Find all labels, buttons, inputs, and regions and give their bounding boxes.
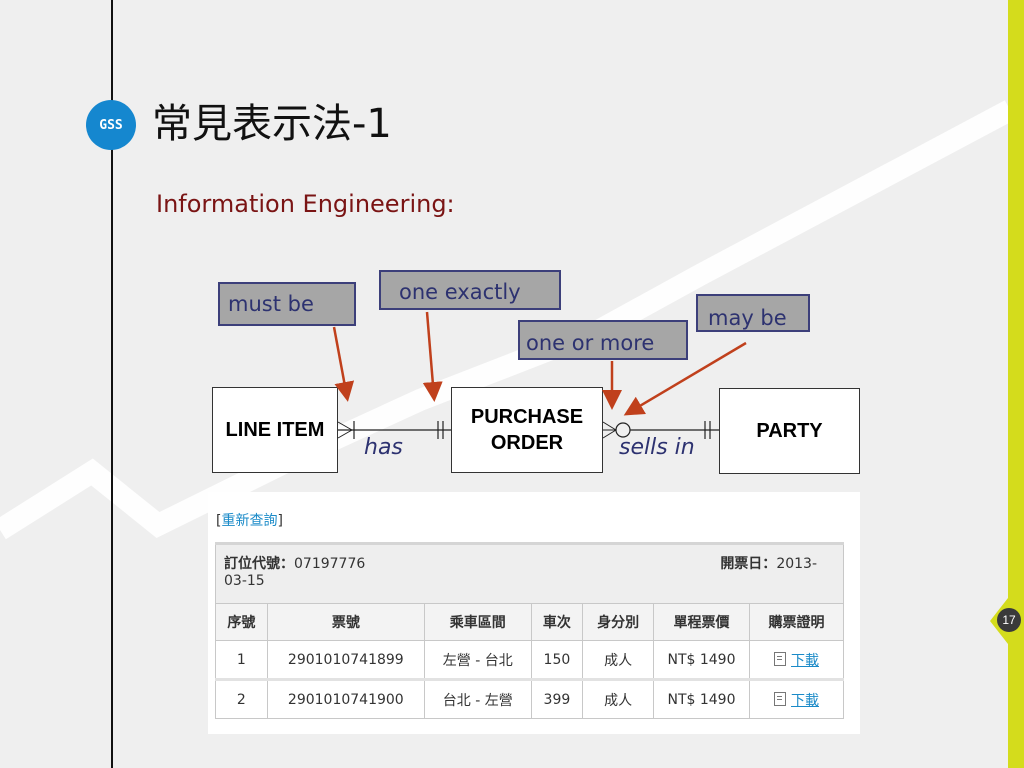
entity-purchase-order: PURCHASE ORDER xyxy=(451,387,603,473)
callout-must-be: must be xyxy=(218,282,356,326)
requery-link[interactable]: 重新查詢 xyxy=(221,513,277,529)
entity-purchase-order-label-1: PURCHASE xyxy=(470,406,584,428)
booking-code-value: 07197776 xyxy=(294,556,366,572)
column-header: 購票證明 xyxy=(749,603,844,641)
column-header: 身分別 xyxy=(582,603,654,641)
cell-ticket-no: 2901010741900 xyxy=(266,678,425,719)
accent-side-bar xyxy=(1008,0,1024,768)
download-link[interactable]: 下載 xyxy=(791,693,819,709)
document-icon xyxy=(774,651,786,666)
entity-line-item: LINE ITEM xyxy=(212,387,338,473)
relationship-sells-in: sells in xyxy=(619,435,695,460)
issue-date-value: 2013- xyxy=(776,556,817,572)
issue-date: 開票日：2013- xyxy=(720,553,835,573)
cell-train: 399 xyxy=(530,678,584,719)
booking-info-cell: 開票日：2013- 訂位代號：07197776 03-15 xyxy=(215,542,844,604)
column-header: 乘車區間 xyxy=(423,603,532,641)
entity-purchase-order-label-2: ORDER xyxy=(490,432,564,454)
cell-ticket-no: 2901010741899 xyxy=(266,640,425,680)
entity-line-item-label: LINE ITEM xyxy=(225,419,325,441)
booking-info-row: 開票日：2013- 訂位代號：07197776 03-15 xyxy=(215,542,844,604)
table-row: 2 2901010741900 台北 - 左營 399 成人 NT$ 1490 … xyxy=(215,678,844,719)
cell-fare: NT$ 1490 xyxy=(652,678,751,719)
callout-one-exactly: one exactly xyxy=(379,270,561,310)
cell-proof: 下載 xyxy=(749,678,844,719)
document-icon xyxy=(774,691,786,706)
booking-code-label: 訂位代號： xyxy=(224,556,294,572)
cell-train: 150 xyxy=(530,640,584,680)
booking-code: 訂位代號：07197776 xyxy=(224,556,365,572)
ticket-panel: [重新查詢] 開票日：2013- 訂位代號：07197776 03-15 序號 … xyxy=(208,492,860,734)
cell-proof: 下載 xyxy=(749,640,844,680)
cell-route: 台北 - 左營 xyxy=(423,678,532,719)
issue-date-label: 開票日： xyxy=(720,556,777,572)
gss-logo: GSS xyxy=(86,100,136,150)
cell-fare: NT$ 1490 xyxy=(652,640,751,680)
table-row: 1 2901010741899 左營 - 台北 150 成人 NT$ 1490 … xyxy=(215,640,844,680)
entity-party-label: PARTY xyxy=(756,420,823,442)
cell-identity: 成人 xyxy=(582,640,654,680)
issue-date-continued: 03-15 xyxy=(224,573,265,589)
bracket-close: ] xyxy=(277,513,283,529)
cell-seq: 1 xyxy=(215,640,268,680)
slide-title: 常見表示法-1 xyxy=(152,101,392,147)
cell-seq: 2 xyxy=(215,678,268,719)
entity-party: PARTY xyxy=(719,388,860,474)
table-header-row: 序號 票號 乘車區間 車次 身分別 單程票價 購票證明 xyxy=(215,603,844,641)
download-link[interactable]: 下載 xyxy=(791,653,819,669)
relationship-has: has xyxy=(364,435,403,460)
column-header: 單程票價 xyxy=(652,603,751,641)
requery-line: [重新查詢] xyxy=(216,510,283,530)
column-header: 票號 xyxy=(266,603,425,641)
cell-identity: 成人 xyxy=(582,678,654,719)
callout-one-or-more: one or more xyxy=(518,320,688,360)
cell-route: 左營 - 台北 xyxy=(423,640,532,680)
ticket-table: 開票日：2013- 訂位代號：07197776 03-15 序號 票號 乘車區間… xyxy=(215,542,844,719)
slide-subtitle: Information Engineering: xyxy=(156,190,455,218)
column-header: 車次 xyxy=(530,603,584,641)
callout-may-be: may be xyxy=(696,294,810,332)
column-header: 序號 xyxy=(215,603,268,641)
page-number: 17 xyxy=(997,608,1021,632)
